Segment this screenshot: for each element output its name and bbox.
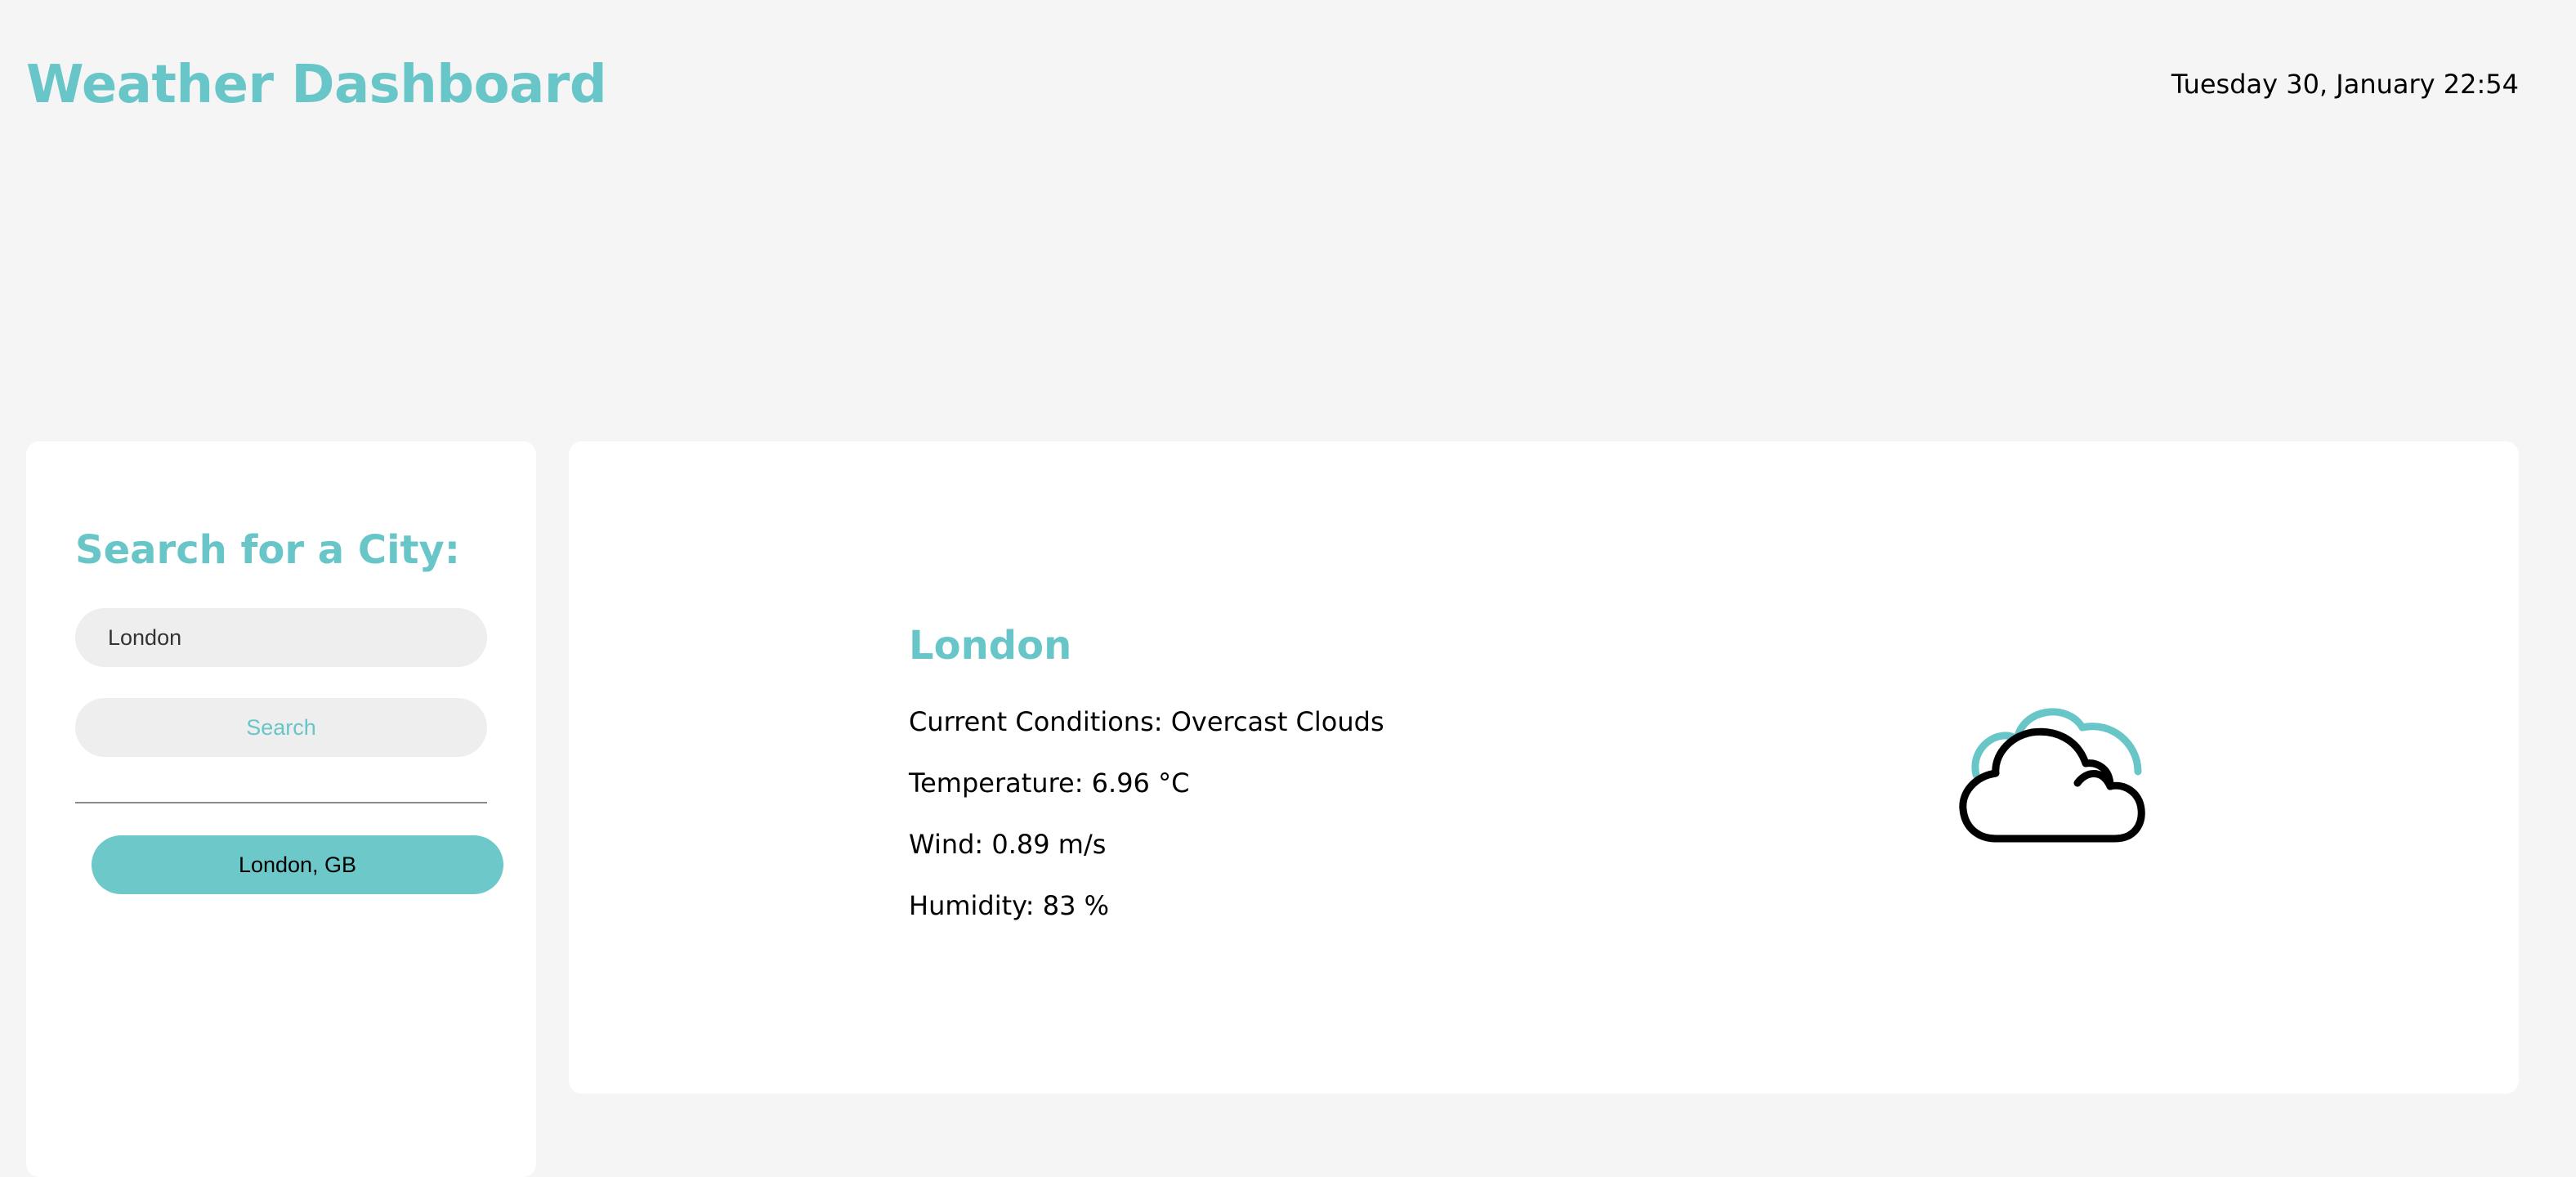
current-weather-card: London Current Conditions: Overcast Clou… (569, 441, 2519, 1094)
overcast-clouds-icon (1959, 708, 2145, 843)
page-title: Weather Dashboard (26, 55, 607, 115)
search-heading: Search for a City: (75, 527, 460, 573)
temperature: Temperature: 6.96 °C (909, 768, 1190, 799)
current-conditions: Current Conditions: Overcast Clouds (909, 706, 1384, 737)
front-cloud-icon (1959, 727, 2145, 843)
current-datetime: Tuesday 30, January 22:54 (2171, 69, 2519, 100)
city-search-input[interactable] (75, 608, 487, 667)
city-name: London (909, 623, 1072, 669)
humidity: Humidity: 83 % (909, 890, 1110, 921)
search-button[interactable]: Search (75, 698, 487, 757)
search-sidebar: Search for a City: Search London, GB (26, 441, 536, 1177)
history-city-button[interactable]: London, GB (92, 835, 503, 894)
sidebar-divider (75, 802, 487, 803)
wind-speed: Wind: 0.89 m/s (909, 829, 1107, 860)
